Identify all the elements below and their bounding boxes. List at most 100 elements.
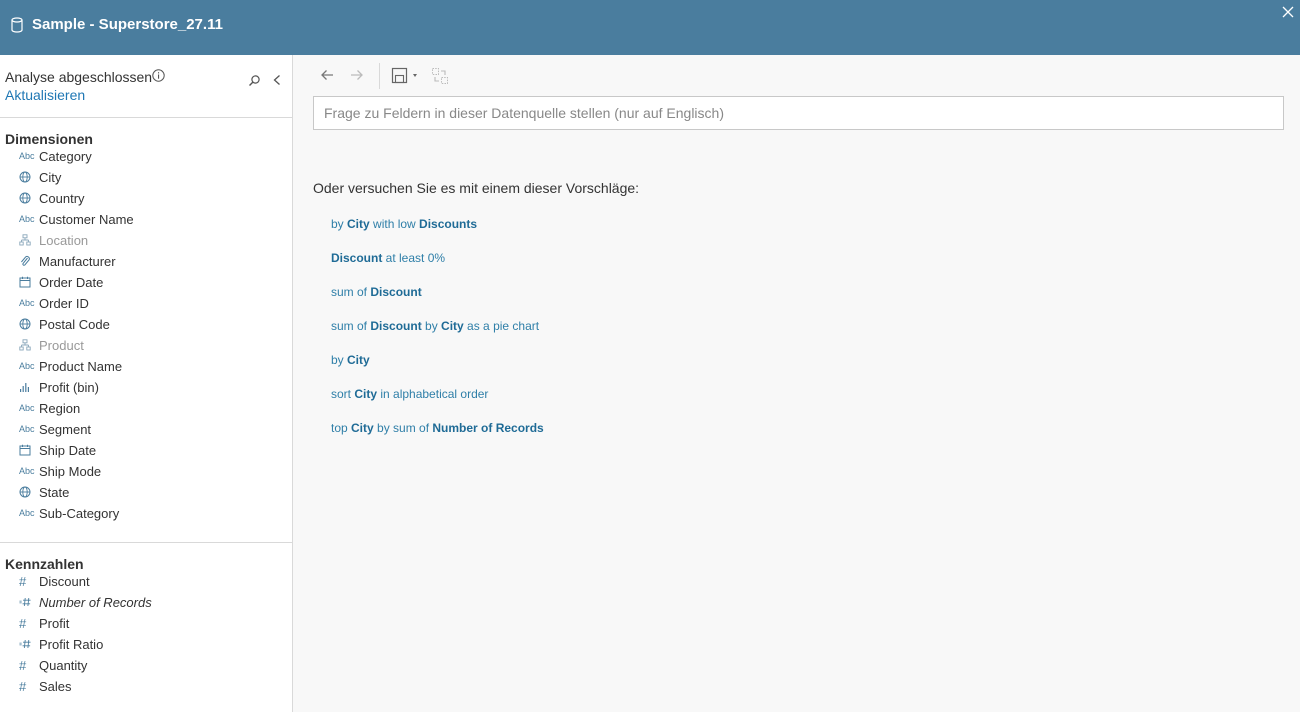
divider (0, 542, 292, 543)
refresh-link[interactable]: Aktualisieren (5, 87, 85, 103)
field-order-date[interactable]: Order Date (0, 273, 292, 294)
hierarchy-icon (19, 338, 35, 352)
measures-list: # Discount Number of Records # Profit Profit … (0, 572, 292, 698)
abc-icon: Abc (19, 508, 35, 518)
suggestion-text: with low (369, 217, 420, 231)
abc-icon: Abc (19, 298, 35, 308)
field-region[interactable]: Abc Region (0, 399, 292, 420)
field-state[interactable]: State (0, 483, 292, 504)
collapse-icon[interactable] (272, 74, 282, 86)
field-discount[interactable]: # Discount (0, 572, 292, 593)
field-sub-category[interactable]: Abc Sub-Category (0, 504, 292, 525)
calc-hash-icon (19, 637, 35, 651)
toolbar-separator (379, 63, 380, 89)
field-product[interactable]: Product (0, 336, 292, 357)
suggestion-text: sum of (331, 319, 371, 333)
field-segment[interactable]: Abc Segment (0, 420, 292, 441)
dimensions-list: Abc Category City Country Abc Customer Name Lo… (0, 147, 292, 525)
field-name: Location (39, 233, 89, 248)
suggestion-field: City (351, 421, 374, 435)
field-name: Order ID (39, 296, 89, 311)
suggestion-text: sort (331, 387, 355, 401)
suggestion-text: by (331, 353, 348, 367)
field-customer-name[interactable]: Abc Customer Name (0, 210, 292, 231)
globe-icon (19, 485, 35, 499)
suggestion-item[interactable]: top City by sum of Number of Records (331, 421, 544, 455)
field-name: Postal Code (39, 317, 110, 332)
suggestion-field: City (347, 353, 370, 367)
field-name: Manufacturer (39, 254, 116, 269)
title-bar: Sample - Superstore_27.11 (0, 0, 1300, 55)
suggestion-item[interactable]: sum of Discount (331, 285, 544, 319)
abc-icon: Abc (19, 361, 35, 371)
calc-hash-icon (19, 595, 35, 609)
field-profit[interactable]: # Profit (0, 614, 292, 635)
info-icon[interactable] (152, 69, 165, 82)
field-name: Ship Mode (39, 464, 102, 479)
abc-icon: Abc (19, 466, 35, 476)
suggestion-text: in alphabetical order (377, 387, 489, 401)
analysis-status: Analyse abgeschlossen (5, 69, 153, 85)
field-manufacturer[interactable]: Manufacturer (0, 252, 292, 273)
globe-icon (19, 170, 35, 184)
suggestion-item[interactable]: by City (331, 353, 544, 387)
swap-icon[interactable] (431, 67, 449, 85)
database-icon (11, 17, 23, 33)
field-country[interactable]: Country (0, 189, 292, 210)
field-quantity[interactable]: # Quantity (0, 656, 292, 677)
suggestion-text: by (421, 319, 442, 333)
field-name: Profit Ratio (39, 637, 104, 652)
field-profit-ratio[interactable]: Profit Ratio (0, 635, 292, 656)
field-name: Ship Date (39, 443, 97, 458)
globe-icon (19, 317, 35, 331)
globe-icon (19, 191, 35, 205)
field-order-id[interactable]: Abc Order ID (0, 294, 292, 315)
histogram-icon (19, 380, 35, 394)
forward-arrow-icon[interactable] (349, 67, 365, 83)
back-arrow-icon[interactable] (319, 67, 335, 83)
field-category[interactable]: Abc Category (0, 147, 292, 168)
suggestion-item[interactable]: sum of Discount by City as a pie chart (331, 319, 544, 353)
field-city[interactable]: City (0, 168, 292, 189)
suggestion-field: Discount (331, 251, 383, 265)
calendar-icon (19, 443, 35, 457)
field-profit-bin[interactable]: Profit (bin) (0, 378, 292, 399)
hash-icon: # (19, 615, 27, 631)
field-number-of-records[interactable]: Number of Records (0, 593, 292, 614)
save-icon[interactable] (391, 67, 421, 85)
suggestions-list: by City with low Discounts Discount at le… (331, 217, 544, 455)
search-icon[interactable] (248, 74, 261, 87)
suggestion-item[interactable]: Discount at least 0% (331, 251, 544, 285)
field-name: Profit (39, 616, 70, 631)
field-sales[interactable]: # Sales (0, 677, 292, 698)
suggestion-text: as a pie chart (463, 319, 540, 333)
field-name: Segment (39, 422, 92, 437)
field-ship-date[interactable]: Ship Date (0, 441, 292, 462)
field-name: Region (39, 401, 81, 416)
suggestions-heading: Oder versuchen Sie es mit einem dieser V… (313, 180, 640, 196)
suggestion-text: top (331, 421, 352, 435)
field-name: Sales (39, 679, 72, 694)
field-location[interactable]: Location (0, 231, 292, 252)
field-name: Order Date (39, 275, 104, 290)
suggestion-field: City (354, 387, 378, 401)
abc-icon: Abc (19, 151, 35, 161)
suggestion-item[interactable]: sort City in alphabetical order (331, 387, 544, 421)
measures-heading: Kennzahlen (5, 556, 84, 572)
dimensions-heading: Dimensionen (5, 131, 93, 147)
field-postal-code[interactable]: Postal Code (0, 315, 292, 336)
field-product-name[interactable]: Abc Product Name (0, 357, 292, 378)
suggestion-field: Number of Records (432, 421, 544, 435)
suggestion-field: City (347, 217, 370, 231)
field-ship-mode[interactable]: Abc Ship Mode (0, 462, 292, 483)
field-name: Product (39, 338, 84, 353)
suggestion-text: by sum of (373, 421, 433, 435)
close-icon[interactable] (1281, 5, 1295, 19)
window-title: Sample - Superstore_27.11 (32, 16, 223, 33)
ask-data-search-input[interactable] (313, 96, 1284, 130)
suggestion-text: by (331, 217, 348, 231)
suggestion-text: at least 0% (382, 251, 446, 265)
suggestion-item[interactable]: by City with low Discounts (331, 217, 544, 251)
abc-icon: Abc (19, 214, 35, 224)
field-name: Number of Records (39, 595, 152, 610)
